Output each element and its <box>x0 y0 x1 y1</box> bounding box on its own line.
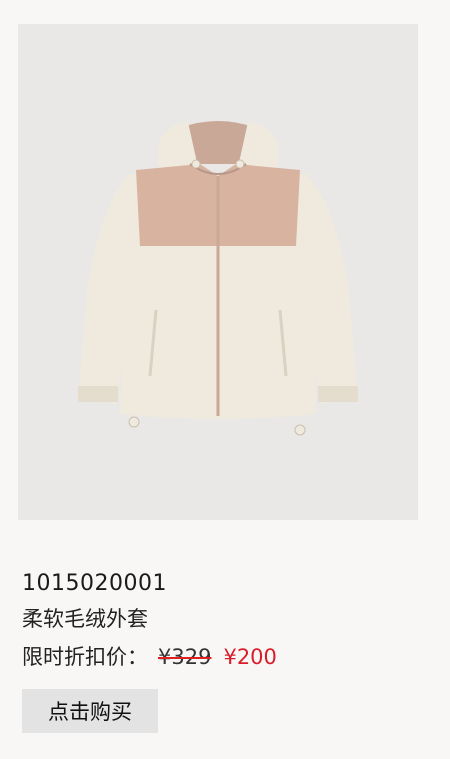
sale-price: ¥200 <box>223 645 277 669</box>
product-id: 1015020001 <box>22 571 167 596</box>
original-price: ¥329 <box>158 645 212 669</box>
product-image[interactable] <box>18 24 418 520</box>
price-label: 限时折扣价： <box>22 645 148 669</box>
price-row: 限时折扣价： ¥329 ¥200 <box>22 642 277 672</box>
product-name: 柔软毛绒外套 <box>22 607 148 631</box>
buy-button[interactable]: 点击购买 <box>22 689 158 733</box>
fleece-jacket-image <box>78 121 358 436</box>
